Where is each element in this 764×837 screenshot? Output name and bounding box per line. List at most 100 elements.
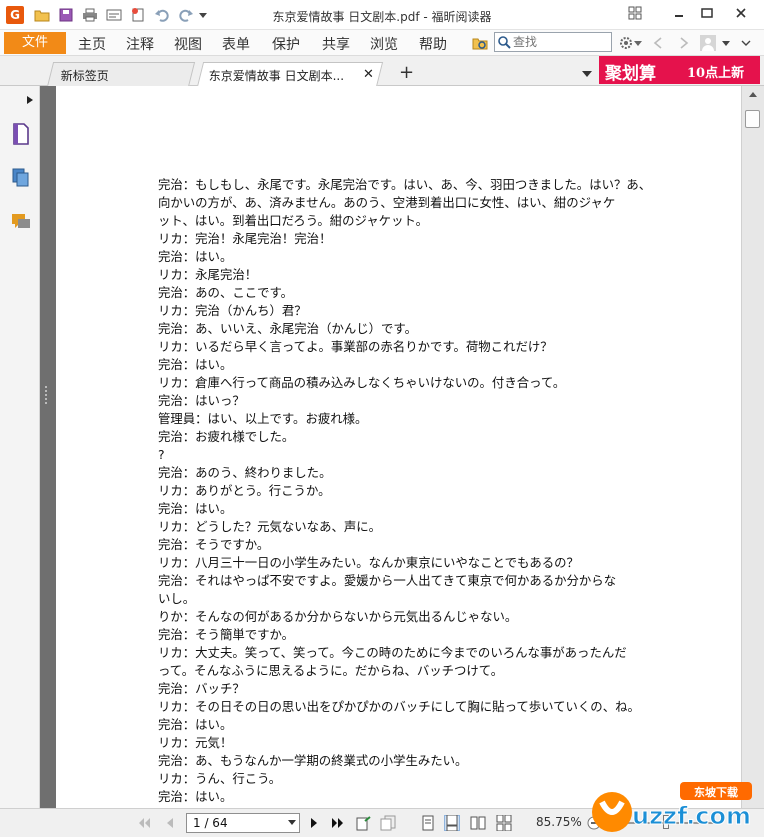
ribbon-menu-bar: 文件 主页 注释 视图 表单 保护 共享 浏览 帮助 (0, 30, 764, 56)
close-button[interactable] (730, 4, 752, 22)
menu-comment[interactable]: 注释 (126, 34, 154, 54)
script-line: 完治：はい。 (158, 249, 233, 264)
continuous-page-icon[interactable] (444, 815, 460, 831)
script-line: 完治：あ、いいえ、永尾完治（かんじ）です。 (158, 321, 417, 336)
fullscreen-icon[interactable] (624, 4, 646, 22)
menu-protect[interactable]: 保护 (272, 34, 300, 54)
tab-close-icon[interactable]: ✕ (363, 67, 374, 82)
watermark-badge: 东坡下载 (694, 785, 738, 799)
script-line: 向かいの方が、あ、済みません。あのう、空港到着出口に女性、はい、紺のジャケ (158, 195, 616, 210)
script-line: リカ：大丈夫。笑って、笑って。今この時のために今までのいろんな事があったんだ (158, 645, 627, 660)
comments-icon[interactable] (10, 210, 32, 234)
page-text-content: 完治：もしもし、永尾です。永尾完治です。はい、あ、今、羽田つきました。はい？あ、… (158, 176, 652, 824)
zoom-level[interactable]: 85.75% (536, 815, 582, 829)
account-dropdown-icon[interactable] (722, 35, 730, 51)
search-icon (498, 36, 511, 49)
uzzf-watermark-logo: 东坡下载 uzzf.com (588, 776, 760, 836)
search-input[interactable] (513, 34, 609, 50)
page-dropdown-icon[interactable] (288, 820, 296, 825)
menu-form[interactable]: 表单 (222, 34, 250, 54)
tab-new-tab[interactable]: 新标签页 (46, 62, 196, 87)
continuous-facing-icon[interactable] (496, 815, 512, 831)
script-line: 完治：それはやっぱ不安ですよ。愛媛から一人出てきて東京で何かあるか分からな (158, 573, 617, 588)
script-line: ット、はい。到着出口だろう。紺のジャケット。 (158, 213, 428, 228)
maximize-button[interactable] (696, 4, 718, 22)
script-line: リカ：ありがとう。行こうか。 (158, 483, 331, 498)
script-line: 完治：はい。 (158, 789, 233, 804)
script-line: ? (158, 447, 165, 462)
tab-label: 东京爱情故事 日文剧本... (208, 69, 345, 83)
script-line: 完治：あ、もうなんか一学期の終業式の小学生みたい。 (158, 753, 468, 768)
script-line: 完治：そう簡単ですか。 (158, 627, 295, 642)
expand-panel-icon[interactable] (26, 94, 34, 108)
script-line: 完治：はい。 (158, 501, 233, 516)
settings-dropdown-icon[interactable] (634, 35, 642, 51)
ad-main-text: 聚划算 (605, 64, 656, 84)
user-avatar-icon[interactable] (700, 35, 716, 51)
first-page-icon[interactable] (136, 815, 152, 831)
tab-list-dropdown-icon[interactable] (582, 67, 592, 81)
watermark-text: uzzf.com (632, 802, 751, 830)
tab-label: 新标签页 (60, 69, 109, 83)
script-line: 完治：お疲れ様でした。 (158, 429, 295, 444)
script-line: リカ：完治！永尾完治！完治！ (158, 231, 332, 246)
menu-home[interactable]: 主页 (78, 34, 106, 54)
script-line: 完治：はい。 (158, 357, 233, 372)
script-line: リカ：倉庫へ行って商品の積み込みしなくちゃいけないの。付き合って。 (158, 375, 566, 390)
settings-gear-icon[interactable] (618, 35, 634, 51)
script-line: 管理員：はい、以上です。お疲れ様。 (158, 411, 368, 426)
script-line: リカ：八月三十一日の小学生みたい。なんか東京にいやなことでもあるの？ (158, 555, 579, 570)
menu-view[interactable]: 视图 (174, 34, 202, 54)
foxit-reader-window: G 东京爱情故事 日文剧本.pdf - 福昕阅读器 文件 主页 注释 视图 表单… (0, 0, 764, 837)
script-line: いし。 (158, 591, 196, 606)
next-view-icon[interactable] (380, 815, 396, 831)
vertical-scrollbar[interactable] (741, 86, 764, 808)
script-line: 完治：はいっ？ (158, 393, 245, 408)
script-line: って。そんなふうに思えるように。だからね、バッチつけて。 (158, 663, 504, 678)
find-folder-icon[interactable] (472, 35, 488, 51)
script-line: りか：そんなの何があるか分からないから元気出るんじゃない。 (158, 609, 518, 624)
search-box[interactable] (494, 32, 612, 52)
navigation-sidebar (0, 86, 40, 808)
document-viewport[interactable]: 完治：もしもし、永尾です。永尾完治です。はい、あ、今、羽田つきました。はい？あ、… (56, 86, 741, 822)
sidebar-resize-handle[interactable] (40, 86, 56, 808)
new-tab-plus-icon[interactable]: + (399, 62, 414, 83)
menu-help[interactable]: 帮助 (419, 34, 447, 54)
page-number-value: 1 / 64 (193, 816, 228, 830)
pdf-page: 完治：もしもし、永尾です。永尾完治です。はい、あ、今、羽田つきました。はい？あ、… (56, 86, 741, 822)
script-line: リカ：その日その日の思い出をぴかぴかのバッチにして胸に貼って歩いていくの、ね。 (158, 699, 640, 714)
scroll-up-arrow-icon[interactable] (746, 88, 760, 100)
script-line: 完治：あの、ここです。 (158, 285, 294, 300)
back-arrow-icon[interactable] (650, 35, 666, 51)
page-thumbnails-icon[interactable] (10, 122, 32, 146)
script-line: リカ：元気！ (158, 735, 233, 750)
ad-banner[interactable]: 聚划算 10点上新 (599, 56, 760, 84)
facing-pages-icon[interactable] (470, 815, 486, 831)
script-line: 完治：もしもし、永尾です。永尾完治です。はい、あ、今、羽田つきました。はい？あ、 (158, 177, 652, 192)
script-line: リカ：どうした？元気ないなあ、声に。 (158, 519, 382, 534)
previous-page-icon[interactable] (162, 815, 178, 831)
script-line: 完治：バッチ？ (158, 681, 245, 696)
previous-view-icon[interactable] (356, 815, 372, 831)
title-bar: G 东京爱情故事 日文剧本.pdf - 福昕阅读器 (0, 0, 764, 30)
ad-sub-text: 10点上新 (687, 66, 745, 81)
file-menu[interactable]: 文件 (4, 32, 66, 54)
page-number-input[interactable]: 1 / 64 (186, 813, 300, 833)
tab-document[interactable]: 东京爱情故事 日文剧本... ✕ (196, 62, 384, 87)
collapse-ribbon-icon[interactable] (738, 35, 754, 51)
minimize-button[interactable] (668, 4, 690, 22)
next-page-icon[interactable] (306, 815, 322, 831)
script-line: 完治：あのう、終わりました。 (158, 465, 332, 480)
menu-share[interactable]: 共享 (322, 34, 350, 54)
window-title: 东京爱情故事 日文剧本.pdf - 福昕阅读器 (272, 10, 492, 24)
last-page-icon[interactable] (330, 815, 346, 831)
layers-icon[interactable] (10, 166, 32, 190)
scrollbar-thumb[interactable] (745, 110, 760, 128)
script-line: リカ：いるだら早く言ってよ。事業部の赤名りかです。荷物これだけ？ (158, 339, 553, 354)
script-line: リカ：完治（かんち）君？ (158, 303, 307, 318)
forward-arrow-icon[interactable] (676, 35, 692, 51)
script-line: 完治：はい。 (158, 717, 233, 732)
menu-browse[interactable]: 浏览 (370, 34, 398, 54)
script-line: リカ：永尾完治！ (158, 267, 258, 282)
single-page-icon[interactable] (420, 815, 436, 831)
